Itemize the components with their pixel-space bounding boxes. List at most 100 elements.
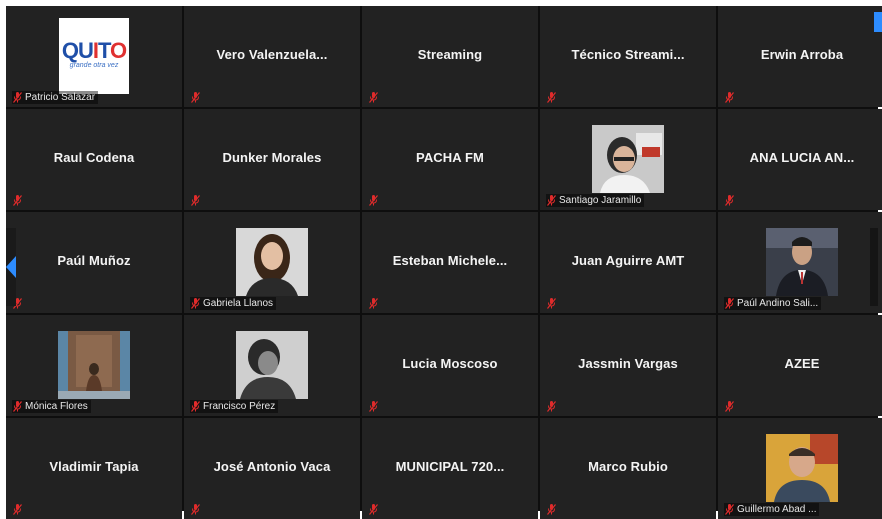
participant-tile[interactable]: Raul Codena — [6, 109, 182, 210]
participant-video — [236, 228, 308, 296]
name-label: Santiago Jaramillo — [546, 194, 645, 207]
participant-name: Raul Codena — [53, 150, 135, 165]
participant-tile[interactable]: Juan Aguirre AMT — [540, 212, 716, 313]
view-options-button[interactable] — [874, 12, 882, 32]
name-label: Guillermo Abad ... — [724, 503, 820, 516]
muted-mic-icon — [547, 504, 556, 515]
participant-tile-paul-andino[interactable]: Paúl Andino Sali... — [718, 212, 882, 313]
participant-label: Guillermo Abad ... — [737, 504, 817, 515]
participant-tile[interactable]: Vladimir Tapia — [6, 418, 182, 519]
video-gallery: QUITO grande otra vez Patricio Salazar V… — [6, 6, 882, 519]
name-label — [368, 194, 381, 207]
participant-name: Esteban Michele... — [392, 253, 508, 268]
name-label: Patricio Salazar — [12, 91, 99, 104]
participant-grid: QUITO grande otra vez Patricio Salazar V… — [6, 6, 882, 519]
participant-tile-santiago-jaramillo[interactable]: Santiago Jaramillo — [540, 109, 716, 210]
participant-label: Mónica Flores — [25, 401, 88, 412]
muted-mic-icon — [369, 195, 378, 206]
participant-name: Lucia Moscoso — [402, 356, 498, 371]
participant-tile[interactable]: Streaming — [362, 6, 538, 107]
muted-mic-icon — [191, 504, 200, 515]
muted-mic-icon — [13, 92, 22, 103]
muted-mic-icon — [13, 504, 22, 515]
participant-label: Patricio Salazar — [25, 92, 96, 103]
participant-name: Erwin Arroba — [760, 47, 844, 62]
muted-mic-icon — [369, 92, 378, 103]
participant-name: Vladimir Tapia — [49, 459, 139, 474]
participant-video — [236, 331, 308, 399]
participant-tile-guillermo-abad[interactable]: Guillermo Abad ... — [718, 418, 882, 519]
name-label — [724, 91, 737, 104]
muted-mic-icon — [191, 401, 200, 412]
participant-name: Técnico Streami... — [571, 47, 685, 62]
participant-tile[interactable]: PACHA FM — [362, 109, 538, 210]
participant-name: ANA LUCIA AN... — [749, 150, 855, 165]
name-label — [546, 91, 559, 104]
participant-tile[interactable]: Jassmin Vargas — [540, 315, 716, 416]
muted-mic-icon — [191, 195, 200, 206]
muted-mic-icon — [725, 92, 734, 103]
participant-name: Juan Aguirre AMT — [571, 253, 685, 268]
participant-name: MUNICIPAL 720... — [395, 459, 505, 474]
name-label — [546, 503, 559, 516]
participant-tile[interactable]: Erwin Arroba — [718, 6, 882, 107]
name-label — [368, 91, 381, 104]
next-page-button[interactable] — [870, 228, 878, 306]
name-label — [368, 297, 381, 310]
name-label — [368, 400, 381, 413]
name-label: Francisco Pérez — [190, 400, 279, 413]
name-label — [546, 400, 559, 413]
participant-name: Dunker Morales — [222, 150, 322, 165]
participant-photo — [236, 228, 308, 296]
muted-mic-icon — [369, 504, 378, 515]
muted-mic-icon — [13, 401, 22, 412]
participant-tile[interactable]: Esteban Michele... — [362, 212, 538, 313]
chevron-left-icon — [6, 256, 16, 278]
participant-label: Francisco Pérez — [203, 401, 276, 412]
muted-mic-icon — [191, 92, 200, 103]
name-label — [190, 91, 203, 104]
participant-name: Vero Valenzuela... — [216, 47, 328, 62]
muted-mic-icon — [547, 195, 556, 206]
name-label — [546, 297, 559, 310]
name-label — [724, 400, 737, 413]
muted-mic-icon — [369, 298, 378, 309]
quito-logo: QUITO grande otra vez — [59, 18, 129, 94]
name-label — [190, 503, 203, 516]
participant-photo — [58, 331, 130, 399]
participant-tile[interactable]: ANA LUCIA AN... — [718, 109, 882, 210]
participant-label: Paúl Andino Sali... — [737, 298, 819, 309]
participant-name: PACHA FM — [416, 150, 484, 165]
participant-tile-gabriela-llanos[interactable]: Gabriela Llanos — [184, 212, 360, 313]
participant-video — [766, 434, 838, 502]
participant-name: AZEE — [784, 356, 820, 371]
participant-tile-monica-flores[interactable]: Mónica Flores — [6, 315, 182, 416]
participant-video — [592, 125, 664, 193]
participant-tile[interactable]: Vero Valenzuela... — [184, 6, 360, 107]
participant-photo — [766, 228, 838, 296]
participant-tile[interactable]: Lucia Moscoso — [362, 315, 538, 416]
participant-photo — [236, 331, 308, 399]
muted-mic-icon — [191, 298, 200, 309]
participant-tile-francisco-perez[interactable]: Francisco Pérez — [184, 315, 360, 416]
participant-label: Santiago Jaramillo — [559, 195, 642, 206]
participant-tile[interactable]: Técnico Streami... — [540, 6, 716, 107]
previous-page-button[interactable] — [6, 228, 16, 306]
name-label: Paúl Andino Sali... — [724, 297, 822, 310]
muted-mic-icon — [725, 401, 734, 412]
participant-name: José Antonio Vaca — [213, 459, 331, 474]
participant-photo — [766, 434, 838, 502]
participant-tile[interactable]: AZEE — [718, 315, 882, 416]
participant-tile[interactable]: Dunker Morales — [184, 109, 360, 210]
participant-photo — [592, 125, 664, 193]
name-label — [12, 194, 25, 207]
participant-tile-patricio-salazar[interactable]: QUITO grande otra vez Patricio Salazar — [6, 6, 182, 107]
participant-name: Streaming — [417, 47, 483, 62]
participant-name: Marco Rubio — [588, 459, 668, 474]
logo-text: QUITO — [61, 38, 127, 63]
participant-video — [58, 331, 130, 399]
participant-tile[interactable]: MUNICIPAL 720... — [362, 418, 538, 519]
participant-tile[interactable]: José Antonio Vaca — [184, 418, 360, 519]
participant-tile[interactable]: Paúl Muñoz — [6, 212, 182, 313]
participant-tile[interactable]: Marco Rubio — [540, 418, 716, 519]
